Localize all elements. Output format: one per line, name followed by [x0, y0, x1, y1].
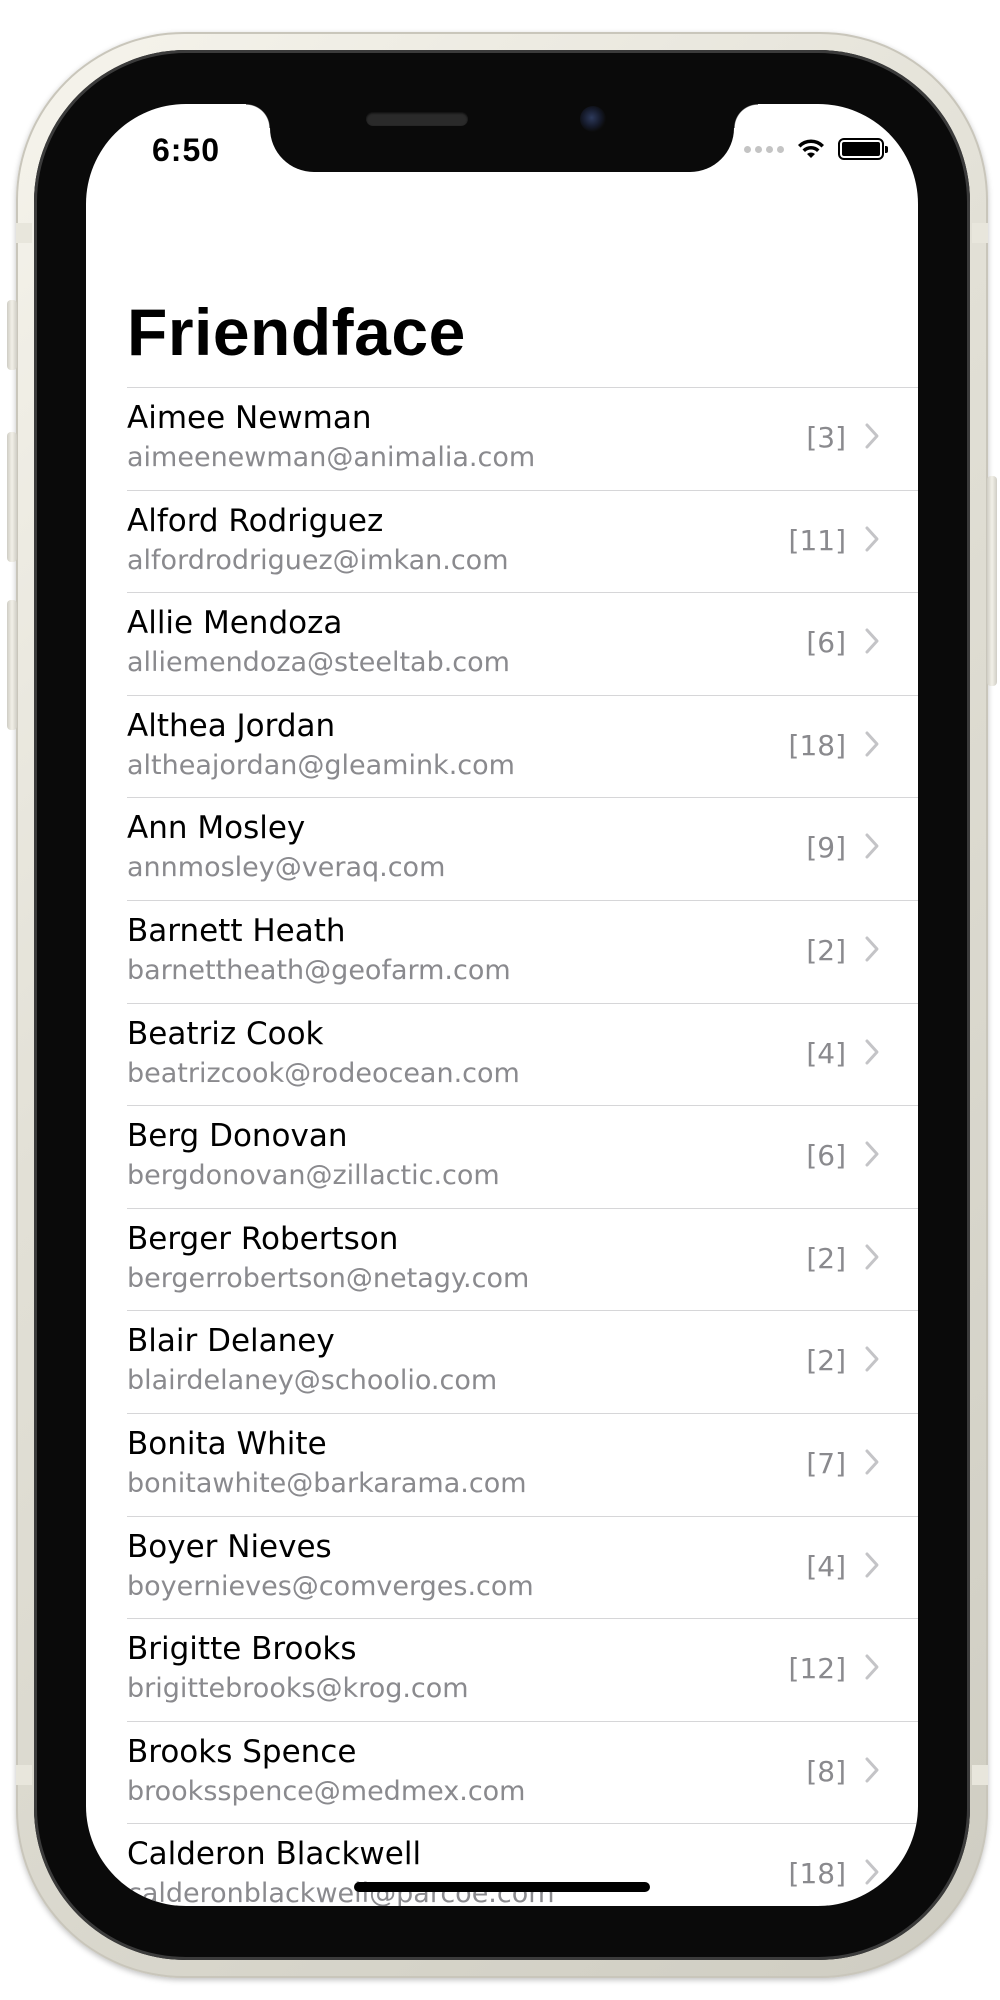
friend-email: boyernieves@comverges.com	[127, 1570, 534, 1602]
chevron-right-icon	[865, 1039, 879, 1065]
friend-row[interactable]: Alford Rodriguez alfordrodriguez@imkan.co…	[127, 489, 918, 593]
friend-row[interactable]: Boyer Nieves boyernieves@comverges.com [4]	[127, 1515, 918, 1619]
chevron-right-icon	[865, 936, 879, 962]
chevron-right-icon	[865, 1757, 879, 1783]
friend-row[interactable]: Barnett Heath barnettheath@geofarm.com [2]	[127, 899, 918, 1003]
friend-name: Brooks Spence	[127, 1733, 357, 1770]
chevron-right-icon	[865, 1654, 879, 1680]
friend-count: [9]	[806, 831, 846, 865]
friend-count: [4]	[806, 1549, 846, 1583]
chevron-right-icon	[865, 1141, 879, 1167]
friend-name: Bonita White	[127, 1425, 327, 1462]
chevron-right-icon	[865, 1552, 879, 1578]
status-icons	[744, 138, 888, 160]
friend-name: Aimee Newman	[127, 400, 372, 436]
chevron-right-icon	[865, 833, 879, 859]
friend-email: alliemendoza@steeltab.com	[127, 647, 510, 679]
friend-row[interactable]: Allie Mendoza alliemendoza@steeltab.com [6…	[127, 592, 918, 695]
chevron-right-icon	[865, 1449, 879, 1475]
friend-email: brigittebrooks@krog.com	[127, 1673, 469, 1705]
friend-row[interactable]: Althea Jordan altheajordan@gleamink.com [1…	[127, 694, 918, 798]
friend-name: Berger Robertson	[127, 1220, 399, 1257]
home-indicator[interactable]	[354, 1882, 650, 1892]
friend-count: [11]	[788, 523, 846, 557]
friend-name: Berg Donovan	[127, 1118, 348, 1155]
chevron-right-icon	[865, 1244, 879, 1270]
friend-email: aimeenewman@animalia.com	[127, 442, 536, 473]
friend-name: Ann Mosley	[127, 810, 306, 847]
antenna-band	[16, 1765, 32, 1785]
antenna-band	[16, 223, 32, 243]
silent-switch	[7, 300, 17, 370]
antenna-band	[972, 223, 988, 243]
chevron-right-icon	[865, 731, 879, 757]
friend-count: [4]	[806, 1036, 846, 1070]
friend-email: altheajordan@gleamink.com	[127, 749, 515, 781]
friend-name: Beatriz Cook	[127, 1015, 324, 1052]
volume-up-button	[7, 432, 17, 562]
page-title: Friendface	[127, 295, 466, 369]
friend-email: alfordrodriguez@imkan.com	[127, 544, 509, 576]
friend-email: barnettheath@geofarm.com	[127, 954, 511, 986]
friend-row[interactable]: Berger Robertson bergerrobertson@netagy.c…	[127, 1207, 918, 1311]
chevron-right-icon	[865, 1346, 879, 1372]
status-time: 6:50	[152, 132, 221, 168]
antenna-band	[972, 1765, 988, 1785]
friend-email: bergdonovan@zillactic.com	[127, 1160, 500, 1192]
notch	[246, 104, 758, 172]
friend-count: [2]	[806, 1344, 846, 1378]
friend-row[interactable]: Berg Donovan bergdonovan@zillactic.com [6]	[127, 1105, 918, 1208]
friend-row[interactable]: Bonita White bonitawhite@barkarama.com [7]	[127, 1412, 918, 1516]
friend-list: Aimee Newman aimeenewman@animalia.com [3] A…	[127, 387, 918, 1906]
friend-name: Boyer Nieves	[127, 1528, 332, 1565]
chevron-right-icon	[865, 423, 879, 449]
friend-email: annmosley@veraq.com	[127, 852, 446, 884]
chevron-right-icon	[865, 526, 879, 552]
friend-email: bonitawhite@barkarama.com	[127, 1467, 527, 1499]
friend-row[interactable]: Brigitte Brooks brigittebrooks@krog.com [1…	[127, 1618, 918, 1721]
volume-down-button	[7, 600, 17, 730]
friend-count: [18]	[788, 1857, 846, 1891]
cellular-signal-icon	[744, 145, 784, 153]
friend-count: [6]	[806, 1139, 846, 1173]
friend-row[interactable]: Brooks Spence brooksspence@medmex.com [8]	[127, 1720, 918, 1824]
earpiece-speaker	[366, 112, 468, 126]
screen: 6:50 Friendface Aimee Newman aimeenewman@…	[86, 104, 918, 1906]
friend-email: bergerrobertson@netagy.com	[127, 1262, 530, 1294]
front-camera	[580, 106, 606, 132]
friend-email: blairdelaney@schoolio.com	[127, 1365, 498, 1397]
friend-count: [7]	[806, 1446, 846, 1480]
friend-count: [2]	[806, 1241, 846, 1275]
battery-icon	[838, 138, 888, 160]
friend-name: Brigitte Brooks	[127, 1631, 357, 1668]
friend-row[interactable]: Calderon Blackwell calderonblackwell@parc…	[127, 1823, 918, 1906]
side-button	[987, 476, 997, 686]
wifi-icon	[798, 139, 824, 158]
friend-count: [2]	[806, 933, 846, 967]
friend-name: Allie Mendoza	[127, 605, 343, 642]
friend-name: Blair Delaney	[127, 1323, 335, 1360]
friend-count: [18]	[788, 728, 846, 762]
friend-count: [12]	[788, 1652, 846, 1686]
chevron-right-icon	[865, 628, 879, 654]
friend-name: Althea Jordan	[127, 707, 336, 744]
friend-row[interactable]: Ann Mosley annmosley@veraq.com [9]	[127, 797, 918, 900]
chevron-right-icon	[865, 1859, 879, 1885]
friend-row[interactable]: Beatriz Cook beatrizcook@rodeocean.com [4]	[127, 1002, 918, 1106]
friend-count: [8]	[806, 1754, 846, 1788]
friend-email: brooksspence@medmex.com	[127, 1775, 526, 1807]
friend-count: [6]	[806, 626, 846, 660]
friend-name: Alford Rodriguez	[127, 502, 384, 539]
friend-count: [3]	[806, 421, 846, 454]
friend-name: Barnett Heath	[127, 912, 346, 949]
friend-email: beatrizcook@rodeocean.com	[127, 1057, 520, 1089]
friend-name: Calderon Blackwell	[127, 1836, 422, 1873]
friend-row[interactable]: Blair Delaney blairdelaney@schoolio.com [2…	[127, 1310, 918, 1413]
friend-row[interactable]: Aimee Newman aimeenewman@animalia.com [3]	[127, 387, 918, 490]
